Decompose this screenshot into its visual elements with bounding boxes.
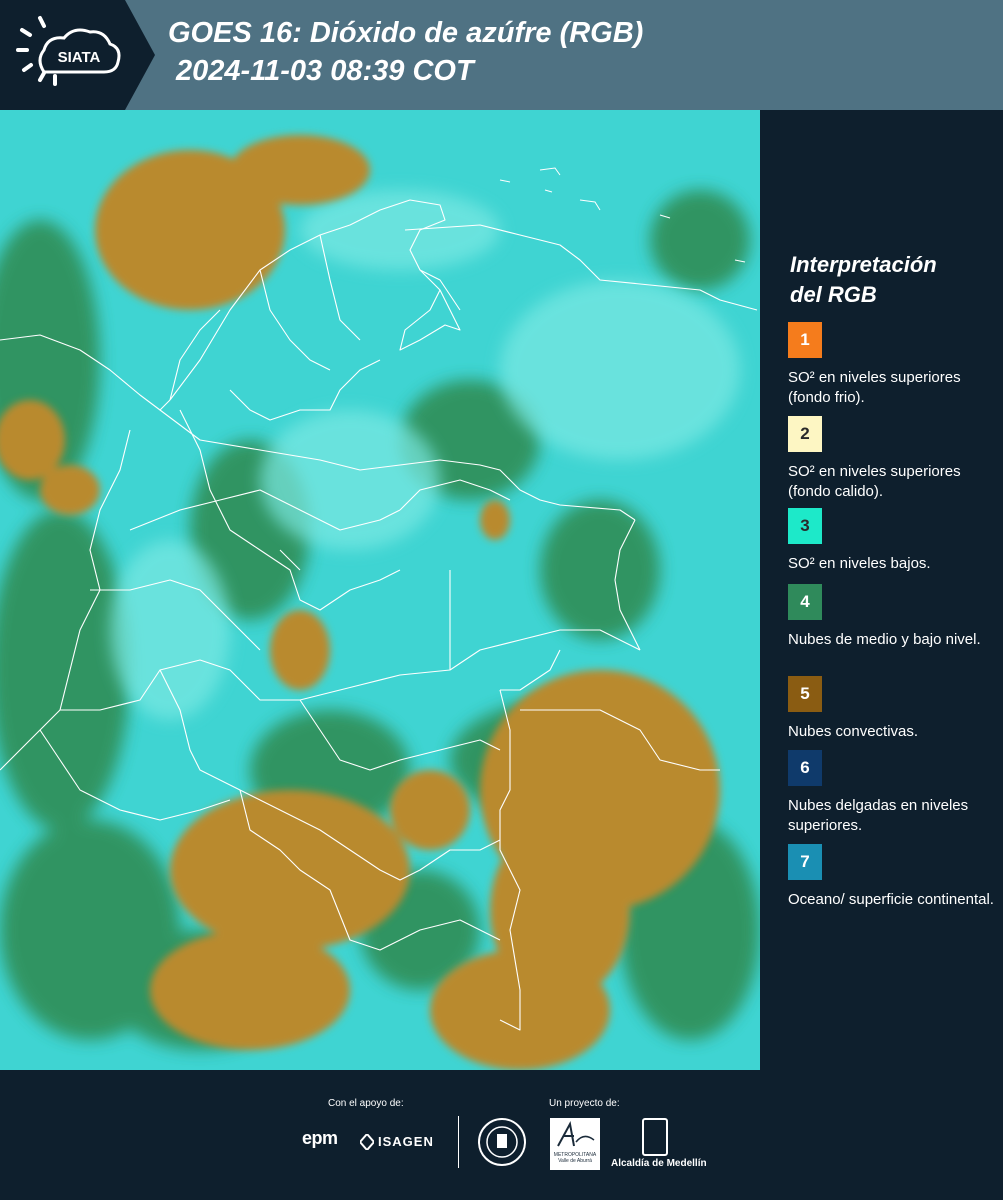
- legend-swatch-5: 5: [788, 676, 822, 712]
- alcaldia-shield-icon[interactable]: [642, 1118, 668, 1156]
- project-label: Un proyecto de:: [549, 1098, 620, 1109]
- legend-item-5: 5 Nubes convectivas.: [788, 676, 998, 742]
- medellin-seal-icon[interactable]: [478, 1118, 526, 1166]
- legend-number-3: 3: [800, 516, 810, 535]
- legend-number-5: 5: [800, 684, 810, 703]
- legend-item-3: 3 SO² en niveles bajos.: [788, 508, 998, 574]
- title-line-2: 2024-11-03 08:39 COT: [176, 55, 474, 87]
- page-title: GOES 16: Dióxido de azúfre (RGB) 2024-11…: [168, 14, 643, 90]
- legend-number-4: 4: [800, 592, 810, 611]
- legend-swatch-7: 7: [788, 844, 822, 880]
- legend-panel: Interpretación del RGB 1 SO² en niveles …: [760, 110, 1003, 1070]
- legend-title-line-2: del RGB: [790, 282, 877, 307]
- legend-number-1: 1: [800, 330, 810, 349]
- legend-label-5: Nubes convectivas.: [788, 723, 919, 740]
- title-line-1: GOES 16: Dióxido de azúfre (RGB): [168, 17, 644, 49]
- legend-title-line-1: Interpretación: [790, 252, 937, 277]
- isagen-mark-icon: [360, 1134, 374, 1150]
- legend-item-1: 1 SO² en niveles superiores (fondo frio)…: [788, 322, 998, 408]
- legend-swatch-1: 1: [788, 322, 822, 358]
- legend-swatch-4: 4: [788, 584, 822, 620]
- legend-label-2: SO² en niveles superiores (fondo calido)…: [788, 463, 961, 500]
- epm-logo[interactable]: epm: [302, 1128, 338, 1149]
- footer-divider: [458, 1116, 459, 1168]
- legend-swatch-6: 6: [788, 750, 822, 786]
- area-metropolitana-logo[interactable]: METROPOLITANA Valle de Aburrá: [550, 1118, 600, 1170]
- header: SIATA GOES 16: Dióxido de azúfre (RGB) 2…: [0, 0, 1003, 110]
- isagen-logo[interactable]: ISAGEN: [378, 1134, 434, 1149]
- legend-label-6: Nubes delgadas en niveles superiores.: [788, 797, 969, 834]
- legend-number-2: 2: [800, 424, 810, 443]
- legend-title: Interpretación del RGB: [790, 250, 990, 310]
- logo-text: SIATA: [58, 49, 101, 66]
- legend-label-4: Nubes de medio y bajo nivel.: [788, 631, 981, 648]
- legend-label-7: Oceano/ superficie continental.: [788, 891, 994, 908]
- legend-label-3: SO² en niveles bajos.: [788, 555, 931, 572]
- legend-item-2: 2 SO² en niveles superiores (fondo calid…: [788, 416, 998, 500]
- area-logo-text: METROPOLITANA Valle de Aburrá: [553, 1152, 597, 1164]
- legend-item-4: 4 Nubes de medio y bajo nivel.: [788, 584, 998, 650]
- legend-label-1: SO² en niveles superiores (fondo frio).: [788, 369, 961, 406]
- satellite-map[interactable]: [0, 110, 760, 1070]
- alcaldia-label: Alcaldía de Medellín: [611, 1158, 707, 1169]
- support-label: Con el apoyo de:: [328, 1098, 404, 1109]
- legend-item-6: 6 Nubes delgadas en niveles superiores.: [788, 750, 998, 836]
- legend-swatch-2: 2: [788, 416, 822, 452]
- legend-item-7: 7 Oceano/ superficie continental.: [788, 844, 998, 910]
- siata-logo[interactable]: SIATA: [0, 0, 155, 110]
- legend-number-7: 7: [800, 852, 810, 871]
- satellite-image: [0, 110, 760, 1070]
- footer: Con el apoyo de: Un proyecto de: epm ISA…: [0, 1070, 1003, 1200]
- legend-swatch-3: 3: [788, 508, 822, 544]
- legend-number-6: 6: [800, 758, 810, 777]
